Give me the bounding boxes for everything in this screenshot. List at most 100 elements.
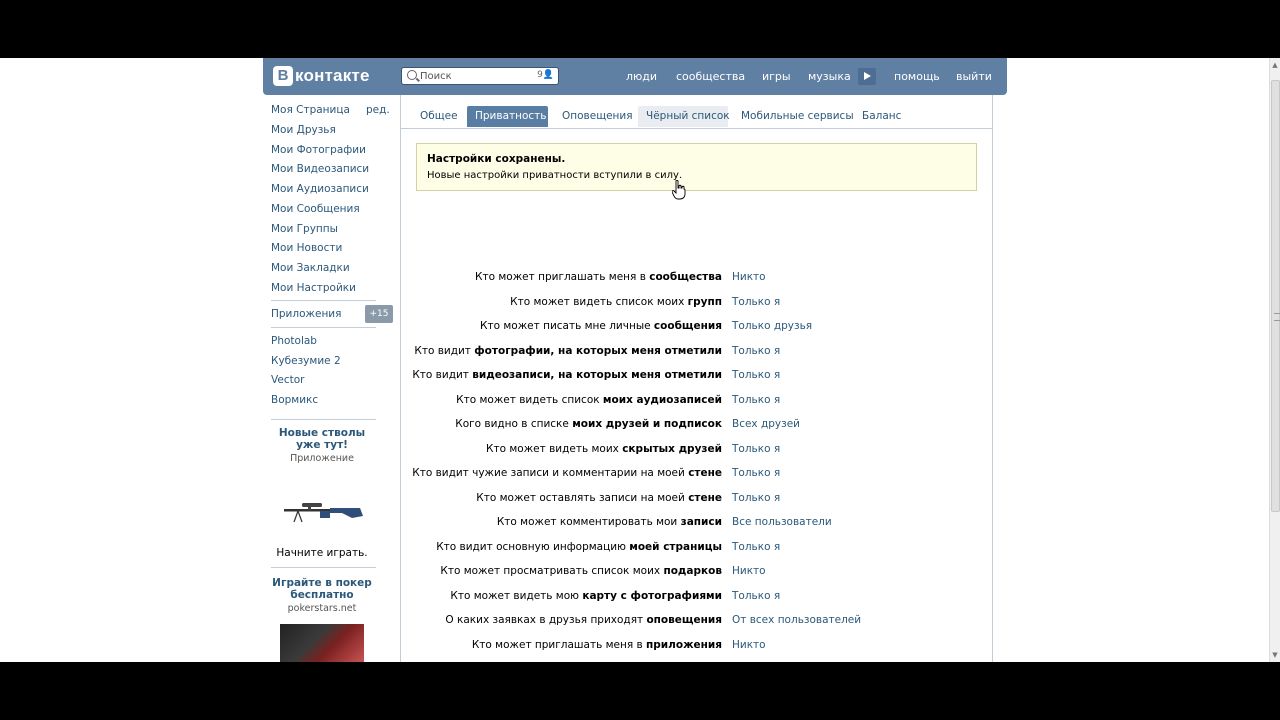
privacy-row: Кто может видеть список моих групп Только…: [401, 296, 992, 312]
privacy-row: Кто видит чужие записи и комментарии на …: [401, 467, 992, 483]
privacy-row-label: Кто видит фотографии, на которых меня от…: [414, 345, 722, 357]
sidebar-item-photos[interactable]: Мои Фотографии: [271, 144, 366, 156]
sidebar-item-friends[interactable]: Мои Друзья: [271, 124, 336, 136]
sidebar-app-photolab[interactable]: Photolab: [271, 335, 317, 347]
privacy-row-label: Кто видит чужие записи и комментарии на …: [412, 467, 722, 479]
privacy-row-value[interactable]: Никто: [732, 565, 766, 577]
poker-ad-image[interactable]: [280, 624, 364, 662]
privacy-row-label: Кого видно в списке моих друзей и подпис…: [455, 418, 722, 430]
privacy-row-value[interactable]: Только я: [732, 492, 780, 504]
play-arrow-icon[interactable]: [858, 68, 876, 85]
sidebar-item-groups[interactable]: Мои Группы: [271, 223, 338, 235]
privacy-row-value[interactable]: Только я: [732, 467, 780, 479]
privacy-row-value[interactable]: Только друзья: [732, 320, 812, 332]
scrollbar-thumb[interactable]: [1271, 80, 1280, 512]
privacy-row-value[interactable]: Только я: [732, 345, 780, 357]
privacy-row-value[interactable]: Только я: [732, 296, 780, 308]
nav-logout[interactable]: выйти: [956, 70, 992, 83]
privacy-row: Кого видно в списке моих друзей и подпис…: [401, 418, 992, 434]
privacy-row-label: Кто может приглашать меня в сообщества: [475, 271, 722, 283]
privacy-row-label-text: Кто может видеть мою: [450, 589, 583, 602]
search-icon: [407, 70, 417, 80]
privacy-row-label-bold: скрытых друзей: [622, 442, 722, 455]
privacy-row-label-bold: моих друзей и подписок: [572, 418, 722, 430]
ad-cta-text[interactable]: Начните играть.: [263, 547, 381, 559]
ad-cta[interactable]: Начните играть.: [263, 545, 381, 559]
tab-privacy[interactable]: Приватность: [467, 106, 548, 127]
sidebar-divider: [271, 327, 376, 328]
privacy-row: Кто видит видеозаписи, на которых меня о…: [401, 369, 992, 385]
sidebar-item-apps[interactable]: Приложения: [271, 308, 341, 320]
privacy-row-value[interactable]: Только я: [732, 443, 780, 455]
privacy-row-value[interactable]: От всех пользователей: [732, 614, 861, 626]
sniper-rifle-image[interactable]: [280, 496, 365, 528]
ad-block-poker[interactable]: Играйте в покер бесплатно pokerstars.net: [263, 577, 381, 614]
privacy-row-value[interactable]: Только я: [732, 394, 780, 406]
sidebar-item-my-page[interactable]: Моя Страница: [271, 104, 350, 116]
privacy-row-label: Кто может видеть список моих групп: [510, 296, 722, 308]
sidebar-divider: [271, 300, 376, 301]
sidebar-app-vector[interactable]: Vector: [271, 374, 304, 386]
ad-block-guns[interactable]: Новые стволы уже тут! Приложение: [263, 427, 381, 464]
scroll-up-arrow-icon[interactable]: ▲: [1271, 61, 1279, 69]
privacy-row: Кто может видеть мою карту с фотографиям…: [401, 590, 992, 606]
nav-music[interactable]: музыка: [808, 70, 851, 83]
sidebar-item-messages[interactable]: Мои Сообщения: [271, 203, 360, 215]
sidebar-item-settings[interactable]: Мои Настройки: [271, 282, 356, 294]
privacy-row-label-bold: карту с фотографиями: [582, 589, 722, 602]
privacy-row-value[interactable]: Всех друзей: [732, 418, 800, 430]
sidebar-divider: [271, 419, 376, 420]
settings-panel: Общее Приватность Оповещения Чёрный спис…: [400, 95, 993, 662]
vertical-scrollbar[interactable]: ▲ ▼: [1269, 58, 1280, 662]
privacy-row-value[interactable]: Все пользователи: [732, 516, 832, 528]
privacy-row-label-text: Кто может приглашать меня в: [475, 271, 650, 283]
tab-balance[interactable]: Баланс: [854, 106, 909, 127]
nav-help[interactable]: помощь: [894, 70, 940, 83]
ad-title-line2[interactable]: уже тут!: [263, 439, 381, 451]
privacy-row-label-bold: стене: [688, 467, 722, 479]
scroll-down-arrow-icon[interactable]: ▼: [1271, 651, 1279, 659]
apps-count-badge[interactable]: +15: [365, 305, 393, 323]
sidebar-app-wormix[interactable]: Вормикс: [271, 394, 318, 406]
privacy-row: Кто может приглашать меня в приложения Ни…: [401, 639, 992, 655]
nav-communities[interactable]: сообщества: [676, 70, 745, 83]
privacy-row-label-text: Кого видно в списке: [455, 418, 573, 430]
privacy-row-label-text: Кто может просматривать список моих: [440, 565, 664, 577]
edit-link[interactable]: ред.: [366, 104, 390, 116]
nav-games[interactable]: игры: [762, 70, 791, 83]
privacy-row-label: Кто может писать мне личные сообщения: [480, 320, 722, 332]
privacy-row-label-text: Кто может писать мне личные: [480, 320, 654, 332]
vk-logo[interactable]: В контакте: [273, 65, 370, 87]
privacy-row-label: Кто видит видеозаписи, на которых меня о…: [412, 369, 722, 381]
search-people-icon[interactable]: 9👤: [537, 70, 554, 80]
privacy-row-value[interactable]: Только я: [732, 369, 780, 381]
sidebar-item-audio[interactable]: Мои Аудиозаписи: [271, 183, 369, 195]
tab-general[interactable]: Общее: [412, 106, 466, 127]
ad-title-line1[interactable]: Играйте в покер: [263, 577, 381, 589]
search-box[interactable]: 9👤: [401, 67, 559, 85]
tab-mobile-services[interactable]: Мобильные сервисы: [733, 106, 862, 127]
top-header: В контакте 9👤 люди сообщества игры музык…: [263, 58, 1007, 95]
privacy-row-label-text: Кто видит основную информацию: [436, 540, 630, 553]
privacy-row-value[interactable]: Никто: [732, 271, 766, 283]
privacy-row-value[interactable]: Только я: [732, 541, 780, 553]
privacy-row-label-text: Кто может оставлять записи на моей: [476, 491, 689, 504]
settings-tabs: Общее Приватность Оповещения Чёрный спис…: [401, 95, 992, 129]
sidebar-item-news[interactable]: Мои Новости: [271, 242, 342, 254]
ad-title-line2[interactable]: бесплатно: [263, 589, 381, 601]
privacy-row-label: Кто видит основную информацию моей стран…: [436, 541, 722, 553]
sidebar-item-bookmarks[interactable]: Мои Закладки: [271, 262, 350, 274]
privacy-row-label: Кто может приглашать меня в приложения: [472, 639, 722, 651]
nav-people[interactable]: люди: [626, 70, 657, 83]
search-input[interactable]: [420, 69, 530, 83]
privacy-row-value[interactable]: Только я: [732, 590, 780, 602]
sidebar-app-kubezumie[interactable]: Кубезумие 2: [271, 355, 341, 367]
privacy-row: Кто может приглашать меня в сообщества Ни…: [401, 271, 992, 287]
ad-title-line1[interactable]: Новые стволы: [263, 427, 381, 439]
privacy-row-value[interactable]: Никто: [732, 639, 766, 651]
sidebar-item-videos[interactable]: Мои Видеозаписи: [271, 163, 369, 175]
scrollbar-grip-icon: [1274, 313, 1280, 321]
tab-blacklist[interactable]: Чёрный список: [638, 106, 730, 127]
privacy-row: Кто может просматривать список моих пода…: [401, 565, 992, 581]
tab-notifications[interactable]: Оповещения: [554, 106, 641, 127]
